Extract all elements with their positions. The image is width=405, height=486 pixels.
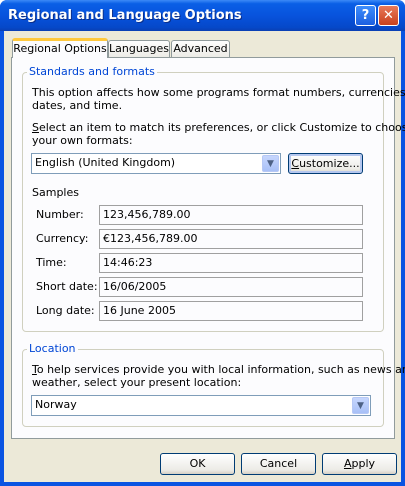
- standards-description: This option affects how some programs fo…: [32, 86, 405, 99]
- close-button[interactable]: ✕: [378, 5, 399, 26]
- tab-label: Languages: [109, 42, 170, 55]
- hotkey: C: [291, 157, 300, 170]
- sample-value-long-date: 16 June 2005: [99, 301, 363, 321]
- ok-button[interactable]: OK: [160, 453, 235, 475]
- sample-label-currency: Currency:: [36, 232, 89, 245]
- select-format-label-2: your own formats:: [32, 134, 133, 147]
- sample-value-number: 123,456,789.00: [99, 205, 363, 225]
- location-dropdown[interactable]: Norway ▼: [31, 395, 371, 416]
- sample-label-number: Number:: [36, 208, 84, 221]
- sample-value-short-date: 16/06/2005: [99, 277, 363, 297]
- select-format-text: elect an item to match its preferences, …: [38, 121, 405, 134]
- hotkey: S: [32, 121, 39, 134]
- sample-label-short-date: Short date:: [36, 280, 98, 293]
- hotkey: A: [343, 457, 352, 470]
- location-description-2: weather, select your present location:: [32, 376, 242, 389]
- ok-label: OK: [189, 457, 206, 470]
- tab-label: Regional Options: [13, 42, 107, 55]
- location-group: Location To help services provide you wi…: [22, 342, 405, 427]
- sample-value-currency: €123,456,789.00: [99, 229, 363, 249]
- location-legend: Location: [27, 342, 78, 355]
- tab-regional-options[interactable]: Regional Options: [12, 38, 108, 58]
- location-value: Norway: [35, 398, 77, 411]
- help-button[interactable]: ?: [355, 5, 376, 26]
- samples-heading: Samples: [32, 186, 79, 199]
- dialog-client: Regional Options Languages Advanced Stan…: [4, 31, 405, 482]
- cancel-label: Cancel: [259, 457, 298, 470]
- tab-panel: Standards and formats This option affect…: [11, 57, 405, 439]
- tab-advanced[interactable]: Advanced: [171, 40, 230, 57]
- location-description-text: o help services provide you with local i…: [36, 363, 405, 376]
- sample-label-long-date: Long date:: [36, 304, 95, 317]
- standards-legend: Standards and formats: [27, 65, 157, 78]
- tab-label: Advanced: [173, 42, 228, 55]
- format-value: English (United Kingdom): [35, 156, 176, 169]
- window-title: Regional and Language Options: [8, 8, 242, 23]
- sample-label-time: Time:: [36, 256, 67, 269]
- chevron-down-icon[interactable]: ▼: [352, 397, 369, 414]
- help-icon: ?: [361, 8, 370, 23]
- standards-description-2: dates, and time.: [32, 99, 123, 112]
- chevron-down-icon[interactable]: ▼: [262, 155, 279, 172]
- cancel-button[interactable]: Cancel: [241, 453, 316, 475]
- customize-label: ustomize...: [299, 157, 360, 170]
- apply-button[interactable]: Apply: [322, 453, 397, 475]
- sample-value-time: 14:46:23: [99, 253, 363, 273]
- location-description: To help services provide you with local …: [32, 363, 405, 376]
- close-icon: ✕: [383, 8, 394, 23]
- tab-languages[interactable]: Languages: [108, 40, 170, 57]
- format-dropdown[interactable]: English (United Kingdom) ▼: [31, 153, 281, 174]
- standards-group: Standards and formats This option affect…: [22, 65, 405, 332]
- select-format-label: Select an item to match its preferences,…: [32, 121, 405, 134]
- title-bar[interactable]: Regional and Language Options ? ✕: [0, 0, 405, 31]
- apply-label: pply: [351, 457, 376, 470]
- customize-button[interactable]: Customize...: [288, 153, 363, 174]
- dialog-window: Regional and Language Options ? ✕ Region…: [0, 0, 405, 486]
